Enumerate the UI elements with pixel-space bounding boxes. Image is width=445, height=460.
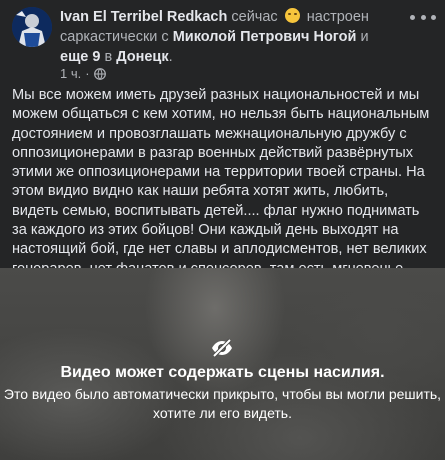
meta-dot: · <box>85 66 90 81</box>
video-warning-line-2: хотите ли его видеть. <box>153 405 292 421</box>
avatar-image <box>12 7 52 47</box>
tagged-person-link[interactable]: Миколой Петрович Ногой <box>173 29 357 45</box>
post-header: Ivan El Terribel Redkach сейчас настроен… <box>0 0 445 84</box>
post-time: сейчас <box>231 9 278 25</box>
location-suffix: . <box>168 49 173 65</box>
in-text: в <box>104 49 113 65</box>
and-text: и <box>360 29 369 45</box>
video-cover[interactable]: Видео может содержать сцены насилия. Это… <box>0 268 445 460</box>
globe-icon[interactable] <box>93 67 106 80</box>
more-icon[interactable] <box>410 10 436 24</box>
post-text: Мы все можем иметь друзей разных национа… <box>12 87 430 296</box>
post-age[interactable]: 1 ч. <box>60 66 81 81</box>
avatar[interactable] <box>12 7 52 47</box>
post-header-text: Ivan El Terribel Redkach сейчас настроен… <box>60 7 400 67</box>
others-link[interactable]: еще 9 <box>60 49 100 65</box>
video-warning-title: Видео может содержать сцены насилия. <box>60 364 385 381</box>
post-meta: 1 ч. · <box>60 66 106 81</box>
smiley-emoji-icon <box>284 8 300 23</box>
location-link[interactable]: Донецк <box>116 49 168 65</box>
author-name[interactable]: Ivan El Terribel Redkach <box>60 9 227 25</box>
video-warning-description: Это видео было автоматически прикрыто, ч… <box>0 385 445 423</box>
video-warning-line-1: Это видео было автоматически прикрыто, ч… <box>3 386 442 402</box>
eye-slash-icon <box>212 338 232 358</box>
